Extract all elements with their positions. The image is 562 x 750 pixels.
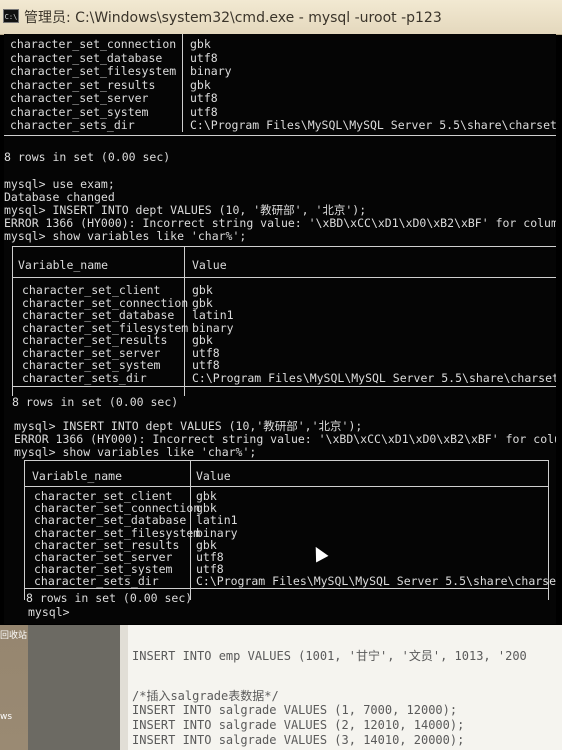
variable-value-cell: C:\Program Files\MySQL\MySQL Server 5.5\… [196, 574, 556, 589]
cmd-window[interactable]: C:\ 管理员: C:\Windows\system32\cmd.exe - m… [0, 0, 562, 625]
table-border [12, 277, 556, 278]
column-header: Variable_name [32, 469, 123, 483]
variable-name-cell: character_set_system [10, 104, 149, 119]
command-line: mysql> show variables like 'char%'; [4, 229, 247, 243]
table-border [12, 246, 556, 247]
variable-name-cell: character_sets_dir [22, 370, 147, 385]
variable-name-cell: character_set_database [10, 50, 163, 65]
variable-value-cell: C:\Program Files\MySQL\MySQL Server 5.5\… [192, 370, 556, 385]
table-border [12, 246, 13, 396]
variable-name-cell: character_sets_dir [10, 118, 135, 132]
variable-value-cell: gbk [190, 77, 211, 92]
result-footer: 8 rows in set (0.00 sec) [12, 395, 179, 409]
sql-editor-background[interactable]: INSERT INTO emp VALUES (1001, '甘宁', '文员'… [120, 625, 562, 750]
table-border [24, 486, 548, 487]
column-header: Variable_name [18, 258, 109, 272]
console-output[interactable]: character_set_connection gbk character_set… [4, 34, 556, 624]
table-divider [182, 34, 183, 132]
variable-name-cell: character_set_connection [10, 37, 177, 51]
column-header: Value [192, 258, 227, 272]
title-bar[interactable]: C:\ 管理员: C:\Windows\system32\cmd.exe - m… [0, 0, 562, 35]
table-border [24, 588, 548, 589]
editor-line: INSERT INTO salgrade VALUES (3, 14010, 2… [132, 733, 465, 747]
variable-value-cell: utf8 [190, 104, 218, 119]
table-border [4, 135, 556, 136]
variable-name-cell: character_set_results [10, 77, 156, 92]
console-prompt[interactable]: mysql> [28, 606, 70, 619]
variable-value-cell: utf8 [190, 50, 218, 65]
editor-gutter [120, 625, 128, 750]
result-footer: 8 rows in set (0.00 sec) [26, 591, 193, 605]
command-line: mysql> show variables like 'char%'; [14, 445, 257, 459]
editor-line: INSERT INTO salgrade VALUES (1, 7000, 12… [132, 703, 458, 717]
mouse-cursor-icon [309, 543, 329, 563]
desktop-label-recycle: 回收站 [0, 631, 28, 641]
cmd-app-icon[interactable]: C:\ [3, 9, 19, 23]
table-border [24, 460, 25, 600]
variable-value-cell: gbk [190, 37, 211, 51]
window-title: 管理员: C:\Windows\system32\cmd.exe - mysql… [24, 10, 442, 26]
variable-name-cell: character_set_server [10, 91, 149, 105]
variable-value-cell: C:\Program Files\MySQL\MySQL Server 5.5\… [190, 118, 556, 132]
table-border [12, 386, 556, 387]
editor-line: INSERT INTO emp VALUES (1001, '甘宁', '文员'… [132, 649, 527, 663]
desktop-label-ws: ws [0, 712, 13, 722]
variable-name-cell: character_sets_dir [34, 574, 159, 589]
result-footer: 8 rows in set (0.00 sec) [4, 150, 171, 164]
column-header: Value [196, 469, 231, 483]
variable-value-cell: binary [190, 64, 232, 78]
variable-name-cell: character_set_filesystem [10, 64, 177, 78]
variable-value-cell: utf8 [190, 91, 218, 105]
editor-line: /*插入salgrade表数据*/ [132, 689, 279, 703]
editor-line: INSERT INTO salgrade VALUES (2, 12010, 1… [132, 718, 465, 732]
table-border [24, 460, 548, 461]
